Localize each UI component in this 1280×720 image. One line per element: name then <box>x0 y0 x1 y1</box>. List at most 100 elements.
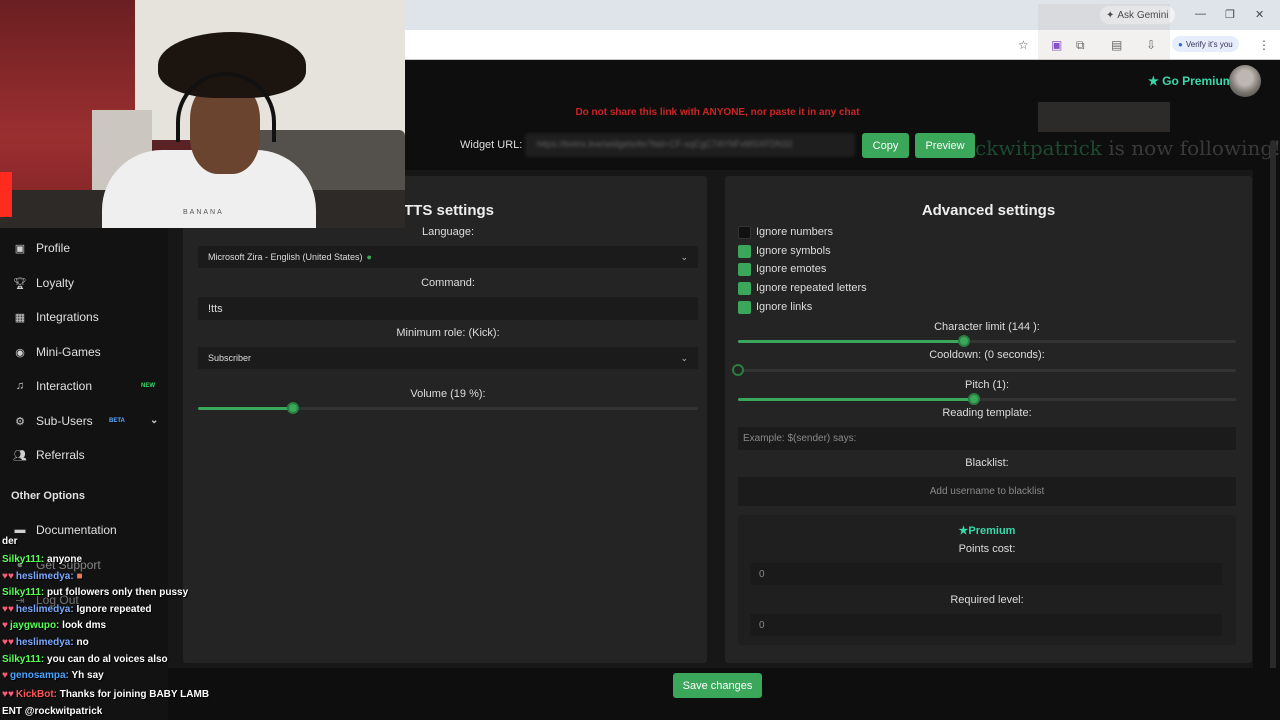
beta-badge: BETA <box>109 418 125 424</box>
chevron-down-icon: ⌄ <box>680 251 688 262</box>
ignore-repeated-letters-checkbox[interactable] <box>738 282 751 295</box>
cooldown-thumb[interactable] <box>732 364 744 376</box>
save-changes-button[interactable]: Save changes <box>673 673 762 698</box>
star-icon: ★ <box>1148 74 1159 88</box>
menu-icon[interactable]: ⋮ <box>1258 38 1270 52</box>
sidebar-item-label: Loyalty <box>36 276 75 290</box>
chat-message: Yh say <box>71 670 104 681</box>
widget-warning: Do not share this link with ANYONE, nor … <box>575 107 860 118</box>
cooldown-label: Cooldown: (0 seconds): <box>929 349 1045 361</box>
sidebar-item-sub-users[interactable]: ⚙ Sub-Users <box>12 414 93 428</box>
sidebar-item-documentation[interactable]: ▬ Documentation <box>12 523 117 537</box>
chat-line: ♥ genosampa: Yh say <box>2 670 104 681</box>
gamepad-icon: ◉ <box>15 346 25 359</box>
pitch-thumb[interactable] <box>968 393 980 405</box>
tts-settings-title: TTS settings <box>404 202 495 219</box>
referrals-icon: 👥︎ <box>13 449 27 462</box>
chat-line: der <box>2 536 18 547</box>
min-role-select[interactable]: Subscriber ⌄ <box>198 347 698 369</box>
new-badge: NEW <box>141 383 155 389</box>
badge-icon: ♥ <box>2 620 8 631</box>
reading-template-input[interactable]: Example: $(sender) says: <box>738 427 1236 450</box>
integrations-icon: ▦ <box>14 311 26 324</box>
required-level-label: Required level: <box>950 594 1024 606</box>
chat-message: der <box>2 536 18 547</box>
sidebar-item-loyalty[interactable]: 🏆︎ Loyalty <box>12 276 74 290</box>
chat-line: Silky111: anyone <box>2 554 82 565</box>
blacklist-label: Blacklist: <box>965 457 1009 469</box>
other-options-heading: Other Options <box>11 490 85 502</box>
preview-button[interactable]: Preview <box>915 133 975 158</box>
star-icon[interactable]: ☆ <box>1018 38 1029 52</box>
points-cost-label: Points cost: <box>958 543 1016 555</box>
chat-line: Silky111: put followers only then pussy <box>2 587 188 598</box>
ignore-emotes-checkbox[interactable] <box>738 263 751 276</box>
chat-user: jaygwupo: <box>9 620 60 631</box>
blacklist-input[interactable]: Add username to blacklist <box>738 477 1236 506</box>
avatar[interactable] <box>1229 65 1261 97</box>
chat-line: ♥♥ heslimedya: no <box>2 637 89 648</box>
copy-button[interactable]: Copy <box>862 133 909 158</box>
ignore-links-checkbox[interactable] <box>738 301 751 314</box>
chat-user: heslimedya: <box>15 637 74 648</box>
chat-line: ♥ jaygwupo: look dms <box>2 620 106 631</box>
ignore-emotes-label: Ignore emotes <box>756 263 827 275</box>
command-input[interactable]: !tts <box>198 297 698 320</box>
widget-url-field[interactable]: https://botrix.live/widgets/tts?bid=CF-x… <box>525 133 855 157</box>
users-icon: ⚙ <box>15 415 25 428</box>
required-level-input[interactable]: 0 <box>750 614 1222 636</box>
page-scrollbar[interactable] <box>1270 140 1276 690</box>
sidebar-item-label: Sub-Users <box>36 414 93 428</box>
widget-url-label: Widget URL: <box>460 139 523 151</box>
badge-icon: ♥♥ <box>2 689 14 700</box>
sidebar-item-integrations[interactable]: ▦ Integrations <box>12 310 99 324</box>
cooldown-track[interactable] <box>738 369 1236 372</box>
points-cost-input[interactable]: 0 <box>750 563 1222 585</box>
cam-led <box>0 172 12 217</box>
pitch-fill <box>738 398 974 401</box>
sidebar-item-profile[interactable]: ▣ Profile <box>12 241 70 255</box>
sidebar-item-label: Referrals <box>36 448 85 462</box>
language-select[interactable]: Microsoft Zira - English (United States)… <box>198 246 698 268</box>
status-dot-icon: ● <box>366 252 372 262</box>
follow-alert-preview: ckwitpatrick is now following! <box>975 136 1280 160</box>
ignore-repeated-letters-label: Ignore repeated letters <box>756 282 867 294</box>
chat-message: Thanks for joining BABY LAMB <box>59 689 210 700</box>
ignore-numbers-label: Ignore numbers <box>756 226 834 238</box>
character-limit-thumb[interactable] <box>958 335 970 347</box>
ignore-symbols-checkbox[interactable] <box>738 245 751 258</box>
premium-label-text: Premium <box>968 525 1016 537</box>
go-premium-button[interactable]: ★ Go Premium <box>1148 74 1233 88</box>
chat-message: you can do al voices also <box>47 654 168 665</box>
sidebar-item-interaction[interactable]: ♫ Interaction <box>12 379 92 393</box>
webcam-overlay: BANANA <box>0 0 405 228</box>
chevron-down-icon[interactable]: ⌄ <box>150 415 158 426</box>
sidebar-item-referrals[interactable]: 👥︎ Referrals <box>12 448 85 462</box>
restore-icon[interactable]: ❐ <box>1225 8 1235 21</box>
ignore-symbols-label: Ignore symbols <box>756 245 831 257</box>
music-icon: ♫ <box>15 380 25 392</box>
chat-user: Silky111: <box>2 654 45 665</box>
volume-slider-fill <box>198 407 293 410</box>
sidebar-item-mini-games[interactable]: ◉ Mini-Games <box>12 345 101 359</box>
chat-message: put followers only then pussy <box>47 587 189 598</box>
volume-slider-thumb[interactable] <box>287 402 299 414</box>
command-label: Command: <box>421 277 475 289</box>
reading-template-label: Reading template: <box>942 407 1032 419</box>
chat-message: no <box>76 637 89 648</box>
star-icon: ★ <box>958 525 969 537</box>
sidebar-item-label: Integrations <box>36 310 99 324</box>
verify-profile-button[interactable]: ● Verify it's you <box>1172 36 1239 52</box>
character-limit-fill <box>738 340 964 343</box>
chat-line: ♥♥ heslimedya: Ignore repeated <box>2 604 152 615</box>
minimize-icon[interactable]: — <box>1195 8 1206 20</box>
close-icon[interactable]: ✕ <box>1255 8 1264 21</box>
chat-user: genosampa: <box>9 670 69 681</box>
chat-line: ♥♥ heslimedya: ■ <box>2 571 83 582</box>
premium-label: ★Premium <box>738 524 1236 537</box>
volume-label: Volume (19 %): <box>410 388 486 400</box>
book-icon: ▬ <box>14 524 26 536</box>
profile-icon: ▣ <box>14 242 26 255</box>
ignore-numbers-checkbox[interactable] <box>738 226 751 239</box>
language-value: Microsoft Zira - English (United States) <box>208 252 363 262</box>
